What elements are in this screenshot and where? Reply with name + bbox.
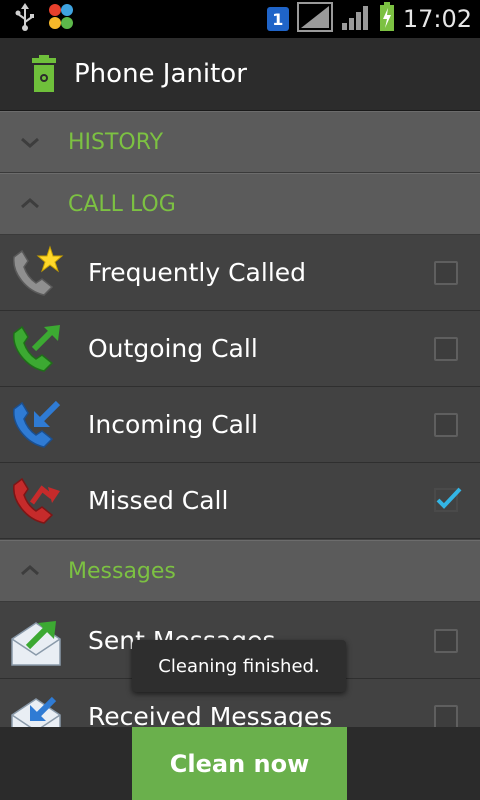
item-label: Outgoing Call — [88, 334, 258, 363]
status-time: 17:02 — [402, 5, 472, 33]
trash-can-icon — [24, 54, 64, 94]
item-missed-call[interactable]: Missed Call — [0, 463, 480, 539]
status-bar: 1 17:02 — [0, 0, 480, 38]
wifi-signal-icon — [296, 2, 333, 36]
phone-star-icon — [8, 244, 64, 301]
action-bar: Phone Janitor — [0, 38, 480, 111]
cell-signal-icon — [341, 3, 371, 35]
chevron-up-icon — [18, 192, 42, 216]
chevron-down-icon — [18, 130, 42, 154]
usb-icon — [14, 3, 36, 35]
frequently-called-checkbox[interactable] — [434, 260, 458, 285]
section-label: CALL LOG — [68, 191, 176, 217]
item-outgoing-call[interactable]: Outgoing Call — [0, 311, 480, 387]
outgoing-call-checkbox[interactable] — [434, 336, 458, 361]
section-messages[interactable]: Messages — [0, 540, 480, 602]
clean-now-button[interactable]: Clean now — [132, 727, 347, 800]
phone-outgoing-icon — [8, 321, 64, 377]
section-call-log[interactable]: CALL LOG — [0, 173, 480, 235]
phone-missed-icon — [8, 473, 64, 529]
chevron-up-icon — [18, 559, 42, 583]
received-messages-checkbox[interactable] — [434, 704, 458, 729]
battery-charging-icon — [379, 2, 395, 36]
section-label: Messages — [68, 558, 176, 584]
item-incoming-call[interactable]: Incoming Call — [0, 387, 480, 463]
sim-badge: 1 — [266, 7, 289, 31]
toast-message: Cleaning finished. — [132, 640, 346, 692]
sent-messages-checkbox[interactable] — [434, 628, 458, 653]
section-history[interactable]: HISTORY — [0, 111, 480, 173]
envelope-sent-icon — [8, 613, 64, 669]
bottom-bar: Clean now — [0, 727, 480, 800]
phone-incoming-icon — [8, 397, 64, 453]
app-launcher-icon — [46, 2, 76, 36]
section-label: HISTORY — [68, 129, 164, 155]
item-label: Incoming Call — [88, 410, 258, 439]
incoming-call-checkbox[interactable] — [434, 412, 458, 437]
app-title: Phone Janitor — [74, 59, 247, 89]
item-label: Missed Call — [88, 486, 229, 515]
item-frequently-called[interactable]: Frequently Called — [0, 235, 480, 311]
checkmark-icon[interactable] — [432, 485, 462, 517]
item-label: Frequently Called — [88, 258, 307, 287]
